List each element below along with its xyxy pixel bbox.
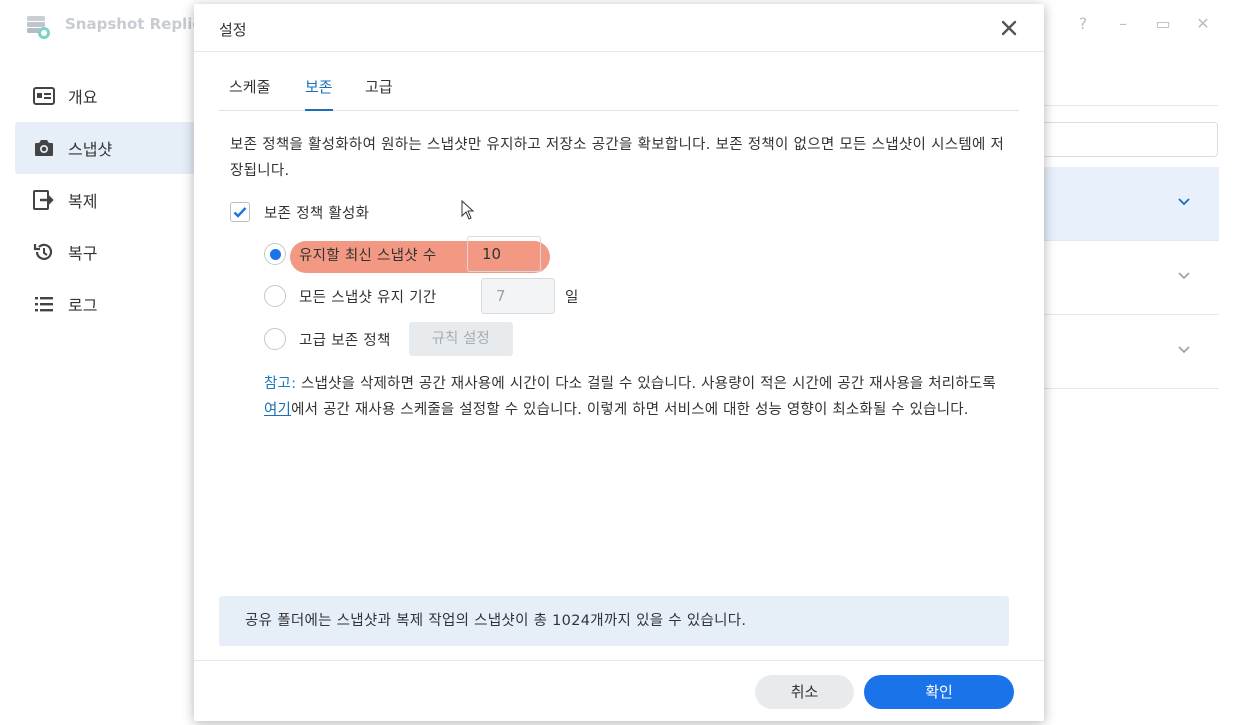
enable-retention-checkbox[interactable] (230, 202, 250, 222)
option-latest-label: 유지할 최신 스냅샷 수 (299, 247, 437, 264)
cancel-button[interactable]: 취소 (755, 675, 854, 709)
minimize-icon[interactable]: – (1113, 14, 1133, 34)
tab-bar: 스케줄 보존 고급 (219, 66, 1019, 111)
note-prefix: 참고: (264, 376, 297, 392)
sidebar-item-label: 스냅샷 (68, 140, 113, 159)
chevron-down-icon (1178, 272, 1190, 280)
radio-advanced[interactable] (264, 328, 286, 350)
info-bar: 공유 폴더에는 스냅샷과 복제 작업의 스냅샷이 총 1024개까지 있을 수 … (219, 596, 1009, 646)
chevron-down-icon (1178, 198, 1190, 206)
close-window-icon[interactable]: ✕ (1193, 14, 1213, 34)
sidebar-item-label: 개요 (68, 88, 98, 107)
chevron-down-icon (1178, 346, 1190, 354)
dialog-header: 설정 (194, 4, 1044, 52)
radio-latest[interactable] (264, 243, 286, 265)
enable-retention-label: 보존 정책 활성화 (264, 205, 370, 222)
list-icon (35, 297, 53, 312)
tab-schedule[interactable]: 스케줄 (229, 76, 270, 111)
space-reclaim-link[interactable]: 여기 (264, 402, 291, 418)
check-icon (233, 207, 247, 218)
period-days-input[interactable]: 7 (481, 278, 555, 314)
period-unit-label: 일 (565, 289, 579, 306)
list-item[interactable] (1043, 241, 1219, 315)
mouse-cursor-icon (461, 200, 475, 220)
tab-retention[interactable]: 보존 (305, 76, 333, 111)
search-input[interactable] (1043, 122, 1218, 157)
note-body-1: 스냅샷을 삭제하면 공간 재사용에 시간이 다소 걸릴 수 있습니다. 사용량이… (296, 376, 996, 392)
radio-period[interactable] (264, 285, 286, 307)
replication-icon (33, 190, 54, 210)
option-period-row[interactable]: 모든 스냅샷 유지 기간 7 일 (264, 278, 579, 314)
sidebar: 개요 스냅샷 복제 복구 로그 (15, 70, 195, 330)
option-advanced-row[interactable]: 고급 보존 정책 규칙 설정 (264, 321, 513, 357)
list-item[interactable] (1043, 167, 1219, 241)
camera-icon (35, 140, 53, 156)
option-advanced-label: 고급 보존 정책 (299, 332, 391, 349)
sidebar-item-snapshot[interactable]: 스냅샷 (15, 122, 195, 174)
sidebar-item-label: 복제 (68, 192, 98, 211)
ok-button[interactable]: 확인 (864, 675, 1014, 709)
dialog-title: 설정 (219, 21, 247, 39)
maximize-icon[interactable]: ▭ (1153, 14, 1173, 34)
sidebar-item-overview[interactable]: 개요 (15, 70, 195, 122)
close-icon[interactable] (998, 17, 1020, 39)
app-logo-icon (27, 16, 50, 39)
restore-icon (33, 243, 53, 260)
overview-icon (33, 87, 55, 105)
settings-dialog: 설정 스케줄 보존 고급 보존 정책을 활성화하여 원하는 스냅샷만 유지하고 … (194, 4, 1044, 721)
option-period-label: 모든 스냅샷 유지 기간 (299, 289, 437, 306)
latest-count-input[interactable]: 10 (467, 236, 541, 272)
sidebar-item-replication[interactable]: 복제 (15, 174, 195, 226)
note-body-2: 에서 공간 재사용 스케줄을 설정할 수 있습니다. 이렇게 하면 서비스에 대… (291, 402, 969, 418)
rule-settings-button[interactable]: 규칙 설정 (408, 322, 513, 356)
sidebar-item-label: 복구 (68, 244, 98, 263)
sidebar-item-log[interactable]: 로그 (15, 278, 195, 330)
app-title: Snapshot Replic (65, 15, 202, 33)
retention-description: 보존 정책을 활성화하여 원하는 스냅샷만 유지하고 저장소 공간을 확보합니다… (230, 137, 1005, 179)
help-icon[interactable]: ? (1073, 14, 1093, 34)
note-text: 참고: 스냅샷을 삭제하면 공간 재사용에 시간이 다소 걸릴 수 있습니다. … (264, 371, 1014, 423)
list-item[interactable] (1043, 315, 1219, 389)
option-latest-row[interactable]: 유지할 최신 스냅샷 수 10 (264, 236, 541, 272)
enable-retention-row[interactable]: 보존 정책 활성화 (230, 201, 369, 223)
dialog-footer: 취소 확인 (194, 660, 1044, 721)
sidebar-item-restore[interactable]: 복구 (15, 226, 195, 278)
divider (1043, 105, 1218, 106)
sidebar-item-label: 로그 (68, 296, 98, 315)
tab-advanced[interactable]: 고급 (365, 76, 393, 111)
